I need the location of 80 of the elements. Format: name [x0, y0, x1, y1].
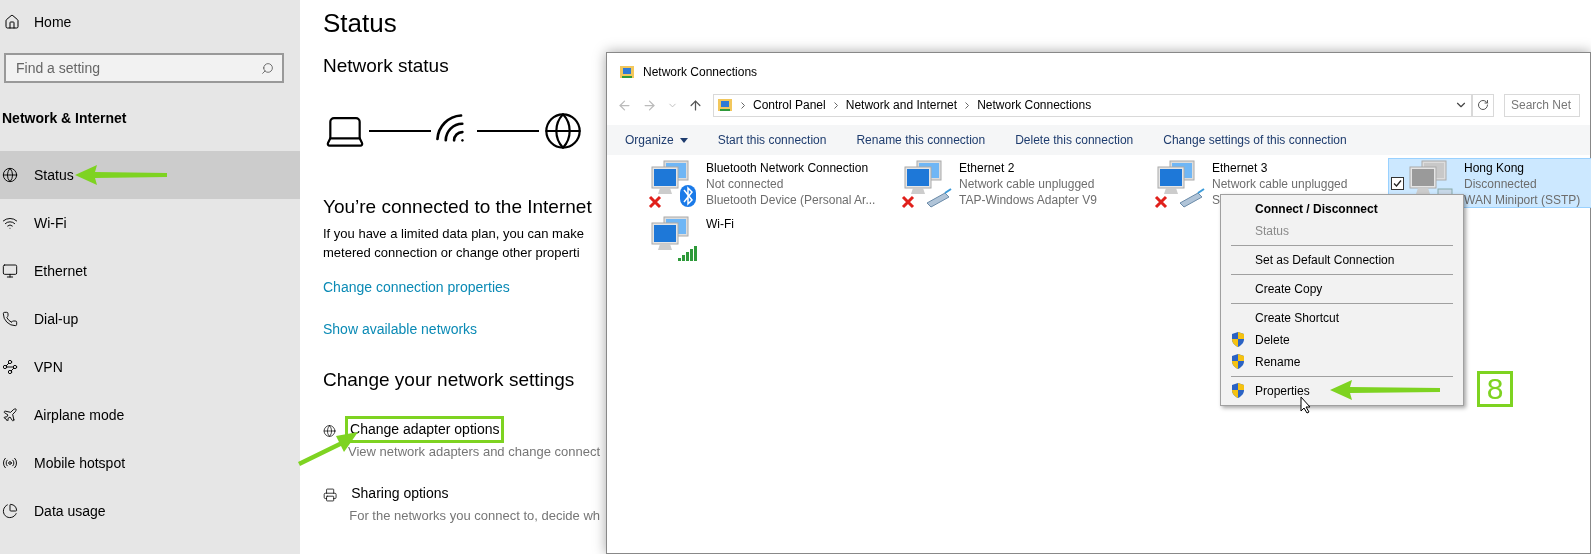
section-heading: You’re connected to the Internet [323, 194, 593, 219]
globe-icon [2, 167, 18, 183]
connection-name: Ethernet 3 [1212, 160, 1268, 176]
nav-item[interactable]: Ethernet [0, 247, 300, 295]
nav-item[interactable]: Wi-Fi [0, 199, 300, 247]
device-name: WAN Miniport (SSTP) [1464, 192, 1581, 208]
option-link[interactable]: Change adapter options [348, 418, 502, 440]
link[interactable]: Show available networks [323, 319, 478, 340]
shield-icon [1231, 383, 1245, 398]
connection-name: Wi-Fi [706, 216, 734, 232]
connection-item[interactable]: Hong Kong Disconnected WAN Miniport (SSTP) [1388, 158, 1591, 208]
chevron-icon [965, 101, 970, 109]
phone-icon [2, 311, 18, 327]
up-button[interactable] [688, 97, 703, 113]
checkbox[interactable] [1391, 177, 1404, 190]
home-nav-item[interactable]: Home [0, 0, 300, 44]
network-folder-icon [619, 64, 635, 80]
menu-item[interactable]: Create Copy [1221, 278, 1463, 300]
network-folder-icon [717, 97, 733, 113]
nav-item[interactable]: Airplane mode [0, 391, 300, 439]
device-name: Bluetooth Device (Personal Ar... [706, 192, 876, 208]
caret-icon [679, 137, 688, 143]
toolbar-button[interactable]: Change settings of this connection [1163, 131, 1347, 149]
connection-name: Bluetooth Network Connection [706, 160, 869, 176]
device-name: TAP-Windows Adapter V9 [959, 192, 1097, 208]
connection-status: Not connected [706, 176, 784, 192]
option-link[interactable]: Sharing options [349, 483, 451, 504]
option-description: View network adapters and change connect [348, 442, 600, 461]
refresh-icon [1477, 99, 1489, 111]
menu-item[interactable]: Set as Default Connection [1221, 249, 1463, 271]
refresh-button[interactable] [1472, 93, 1494, 117]
section-heading: Change your network settings [323, 368, 576, 392]
connection-item[interactable]: Wi-Fi [647, 214, 900, 264]
page-title: Status [323, 7, 398, 40]
section-heading: Network & Internet [1, 109, 128, 128]
breadcrumb-item[interactable]: Control Panel [753, 96, 826, 114]
toolbar-button[interactable]: Rename this connection [856, 131, 986, 149]
globe-icon [543, 110, 583, 151]
toolbar-button[interactable]: Organize [625, 131, 688, 149]
menu-item[interactable]: Delete [1221, 329, 1463, 351]
nav-item[interactable]: Mobile hotspot [0, 439, 300, 487]
airplane-icon [2, 407, 18, 423]
nav-item[interactable]: Dial-up [0, 295, 300, 343]
device-name: S [1212, 192, 1220, 208]
monitor-icon [2, 263, 18, 279]
nav-item[interactable]: VPN [0, 343, 300, 391]
vpn-icon [2, 359, 18, 375]
nav-item[interactable]: Data usage [0, 487, 300, 535]
search-field[interactable]: Find a setting [4, 53, 284, 83]
step-badge: 8 [1477, 371, 1513, 407]
menu-item[interactable]: Rename [1221, 351, 1463, 373]
chevron-icon [833, 101, 838, 109]
toolbar-button[interactable]: Start this connection [717, 131, 827, 149]
shield-icon [1231, 332, 1245, 347]
window-title: Network Connections [643, 64, 758, 81]
connection-status: Disconnected [1464, 176, 1537, 192]
breadcrumb-item[interactable]: Network Connections [977, 96, 1092, 114]
link[interactable]: Change connection properties [323, 277, 510, 298]
shield-icon [1231, 354, 1245, 369]
breadcrumb-item[interactable]: Network and Internet [845, 96, 958, 114]
menu-item[interactable]: Create Shortcut [1221, 307, 1463, 329]
antenna-icon [2, 455, 18, 471]
pie-chart-icon [2, 503, 18, 519]
mouse-cursor-icon [1300, 396, 1312, 414]
search-icon [261, 62, 274, 75]
address-bar[interactable]: Control Panel Network and Internet Network Connections [713, 93, 1472, 117]
description-text: If you have a limited data plan, you can make metered connection or change other properti [323, 225, 585, 262]
nav-item[interactable]: Status [0, 151, 300, 199]
option-description: For the networks you connect to, decide wh [349, 507, 600, 525]
toolbar-button[interactable]: Delete this connection [1015, 131, 1134, 149]
connection-status: Network cable unplugged [1212, 176, 1348, 192]
connection-item[interactable]: Ethernet 2 Network cable unplugged TAP-Windows Adapter V9 [900, 158, 1153, 208]
home-icon [4, 14, 20, 30]
connection-name: Ethernet 2 [959, 160, 1015, 176]
connection-status: Network cable unplugged [959, 176, 1095, 192]
chevron-icon [741, 101, 745, 109]
section-heading: Network status [323, 54, 450, 78]
wifi-icon [2, 215, 18, 231]
connection-item[interactable]: Bluetooth Network Connection Not connected Bluetooth Device (Personal Ar... [647, 158, 900, 208]
connection-name: Hong Kong [1464, 160, 1525, 176]
